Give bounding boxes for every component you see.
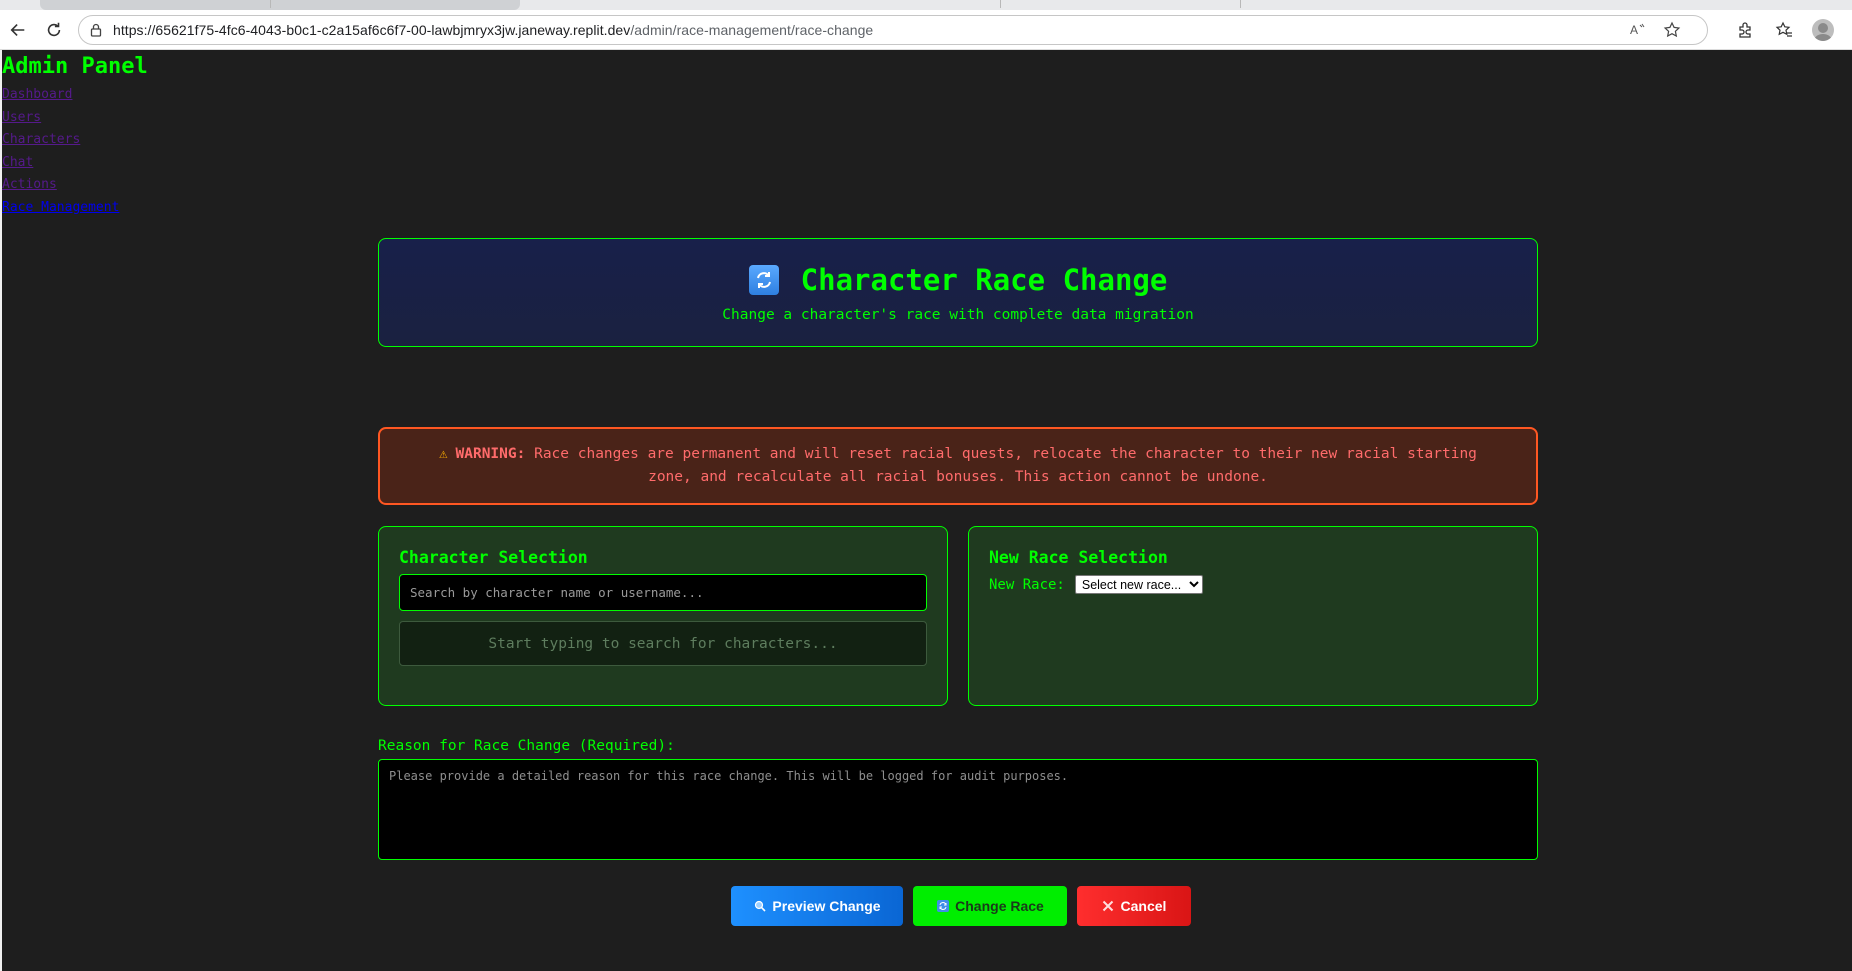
magnifier-icon: [753, 900, 766, 913]
change-race-label: Change Race: [955, 898, 1044, 914]
admin-nav: Dashboard Users Characters Chat Actions …: [2, 84, 119, 220]
page-subtitle: Change a character's race with complete …: [722, 307, 1194, 323]
svg-text:A: A: [1630, 23, 1638, 37]
new-race-label: New Race:: [989, 576, 1065, 593]
warning-icon: ⚠: [439, 446, 448, 462]
swap-arrows-icon: [936, 900, 949, 913]
nav-link-users[interactable]: Users: [2, 107, 119, 130]
extensions-icon[interactable]: [1731, 16, 1759, 44]
url-host: https://65621f75-4fc6-4043-b0c1-c2a15af6…: [113, 22, 631, 38]
character-selection-panel: Character Selection Start typing to sear…: [378, 526, 948, 706]
url-text[interactable]: https://65621f75-4fc6-4043-b0c1-c2a15af6…: [113, 22, 873, 38]
tab-separator: [270, 0, 271, 8]
action-buttons: Preview Change Change Race Cancel: [378, 886, 1538, 926]
page: Admin Panel Dashboard Users Characters C…: [0, 50, 1852, 971]
race-selection-title: New Race Selection: [989, 548, 1168, 567]
nav-link-characters[interactable]: Characters: [2, 129, 119, 152]
reload-icon[interactable]: [40, 16, 68, 44]
nav-link-race-management[interactable]: Race Management: [2, 197, 119, 220]
character-search-input[interactable]: [399, 574, 927, 611]
close-icon: [1102, 900, 1115, 913]
race-select-row: New Race: Select new race...: [989, 575, 1203, 594]
nav-link-chat[interactable]: Chat: [2, 152, 119, 175]
preview-change-button[interactable]: Preview Change: [731, 886, 903, 926]
header-card: Character Race Change Change a character…: [378, 238, 1538, 347]
search-results-hint: Start typing to search for characters...: [399, 621, 927, 666]
admin-panel-title: Admin Panel: [2, 54, 148, 79]
lock-icon[interactable]: [89, 23, 103, 37]
warning-label: WARNING:: [455, 446, 526, 462]
back-icon[interactable]: [4, 16, 32, 44]
tab-separator: [1240, 0, 1241, 8]
tab-separator: [1000, 0, 1001, 8]
character-selection-title: Character Selection: [399, 548, 588, 567]
tab-strip: [0, 0, 1852, 10]
change-race-button[interactable]: Change Race: [913, 886, 1067, 926]
nav-link-dashboard[interactable]: Dashboard: [2, 84, 119, 107]
reason-textarea[interactable]: [378, 759, 1538, 860]
warning-text: Race changes are permanent and will rese…: [534, 446, 1477, 485]
page-title: Character Race Change: [800, 263, 1168, 297]
favorites-icon[interactable]: [1770, 16, 1798, 44]
reason-label: Reason for Race Change (Required):: [378, 738, 675, 754]
cancel-label: Cancel: [1120, 898, 1167, 914]
url-path: /admin/race-management/race-change: [630, 22, 874, 38]
nav-link-actions[interactable]: Actions: [2, 174, 119, 197]
address-bar[interactable]: https://65621f75-4fc6-4043-b0c1-c2a15af6…: [78, 15, 1708, 45]
swap-arrows-icon: [748, 265, 779, 295]
header-title-row: Character Race Change: [379, 263, 1537, 297]
preview-change-label: Preview Change: [772, 898, 881, 914]
profile-avatar[interactable]: [1809, 16, 1837, 44]
favorite-star-icon[interactable]: [1663, 21, 1681, 39]
cancel-button[interactable]: Cancel: [1077, 886, 1191, 926]
new-race-select[interactable]: Select new race...: [1074, 575, 1203, 594]
browser-toolbar: https://65621f75-4fc6-4043-b0c1-c2a15af6…: [0, 10, 1852, 50]
active-tab[interactable]: [40, 0, 520, 10]
read-aloud-icon[interactable]: A: [1629, 21, 1647, 39]
warning-banner: ⚠ WARNING: Race changes are permanent and…: [378, 427, 1538, 505]
race-selection-panel: New Race Selection New Race: Select new …: [968, 526, 1538, 706]
